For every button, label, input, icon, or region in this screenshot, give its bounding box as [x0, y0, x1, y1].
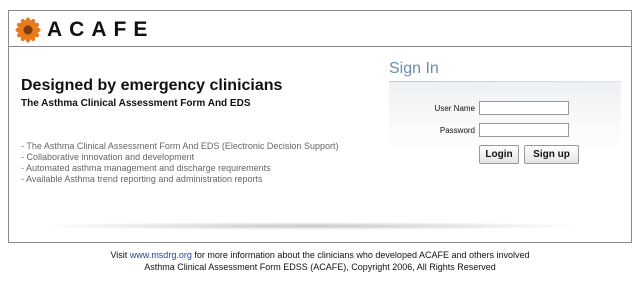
tagline: Designed by emergency clinicians	[21, 77, 283, 94]
sign-in-title: Sign In	[389, 60, 439, 77]
copyright-text: Asthma Clinical Assessment Form EDSS (AC…	[144, 262, 496, 272]
main-panel: ACAFE Designed by emergency clinicians T…	[8, 10, 632, 243]
feature-item: - The Asthma Clinical Assessment Form An…	[21, 141, 339, 151]
msdrg-link[interactable]: www.msdrg.org	[130, 250, 192, 260]
username-input[interactable]	[479, 101, 569, 115]
sign-in-panel: Sign In User Name Password Login Sign up	[389, 59, 621, 167]
header-bar: ACAFE	[9, 11, 631, 47]
sunflower-logo-icon	[15, 17, 41, 43]
password-label: Password	[439, 126, 475, 135]
footer-suffix: for more information about the clinician…	[191, 250, 530, 260]
footer-line-1: Visit www.msdrg.org for more information…	[0, 249, 640, 261]
password-input[interactable]	[479, 123, 569, 137]
sign-in-divider	[389, 81, 621, 82]
brand-name: ACAFE	[47, 18, 155, 41]
feature-list: - The Asthma Clinical Assessment Form An…	[21, 141, 338, 185]
sign-in-background	[389, 82, 621, 152]
feature-item: - Available Asthma trend reporting and a…	[21, 174, 263, 184]
login-button[interactable]: Login	[479, 145, 519, 164]
feature-item: - Collaborative innovation and developme…	[21, 152, 195, 162]
username-label: User Name	[434, 104, 475, 113]
footer: Visit www.msdrg.org for more information…	[0, 249, 640, 273]
sign-up-button[interactable]: Sign up	[524, 145, 579, 164]
panel-shadow	[30, 222, 590, 230]
feature-item: - Automated asthma management and discha…	[21, 163, 271, 173]
subtitle: The Asthma Clinical Assessment Form And …	[21, 98, 251, 109]
footer-prefix: Visit	[110, 250, 130, 260]
